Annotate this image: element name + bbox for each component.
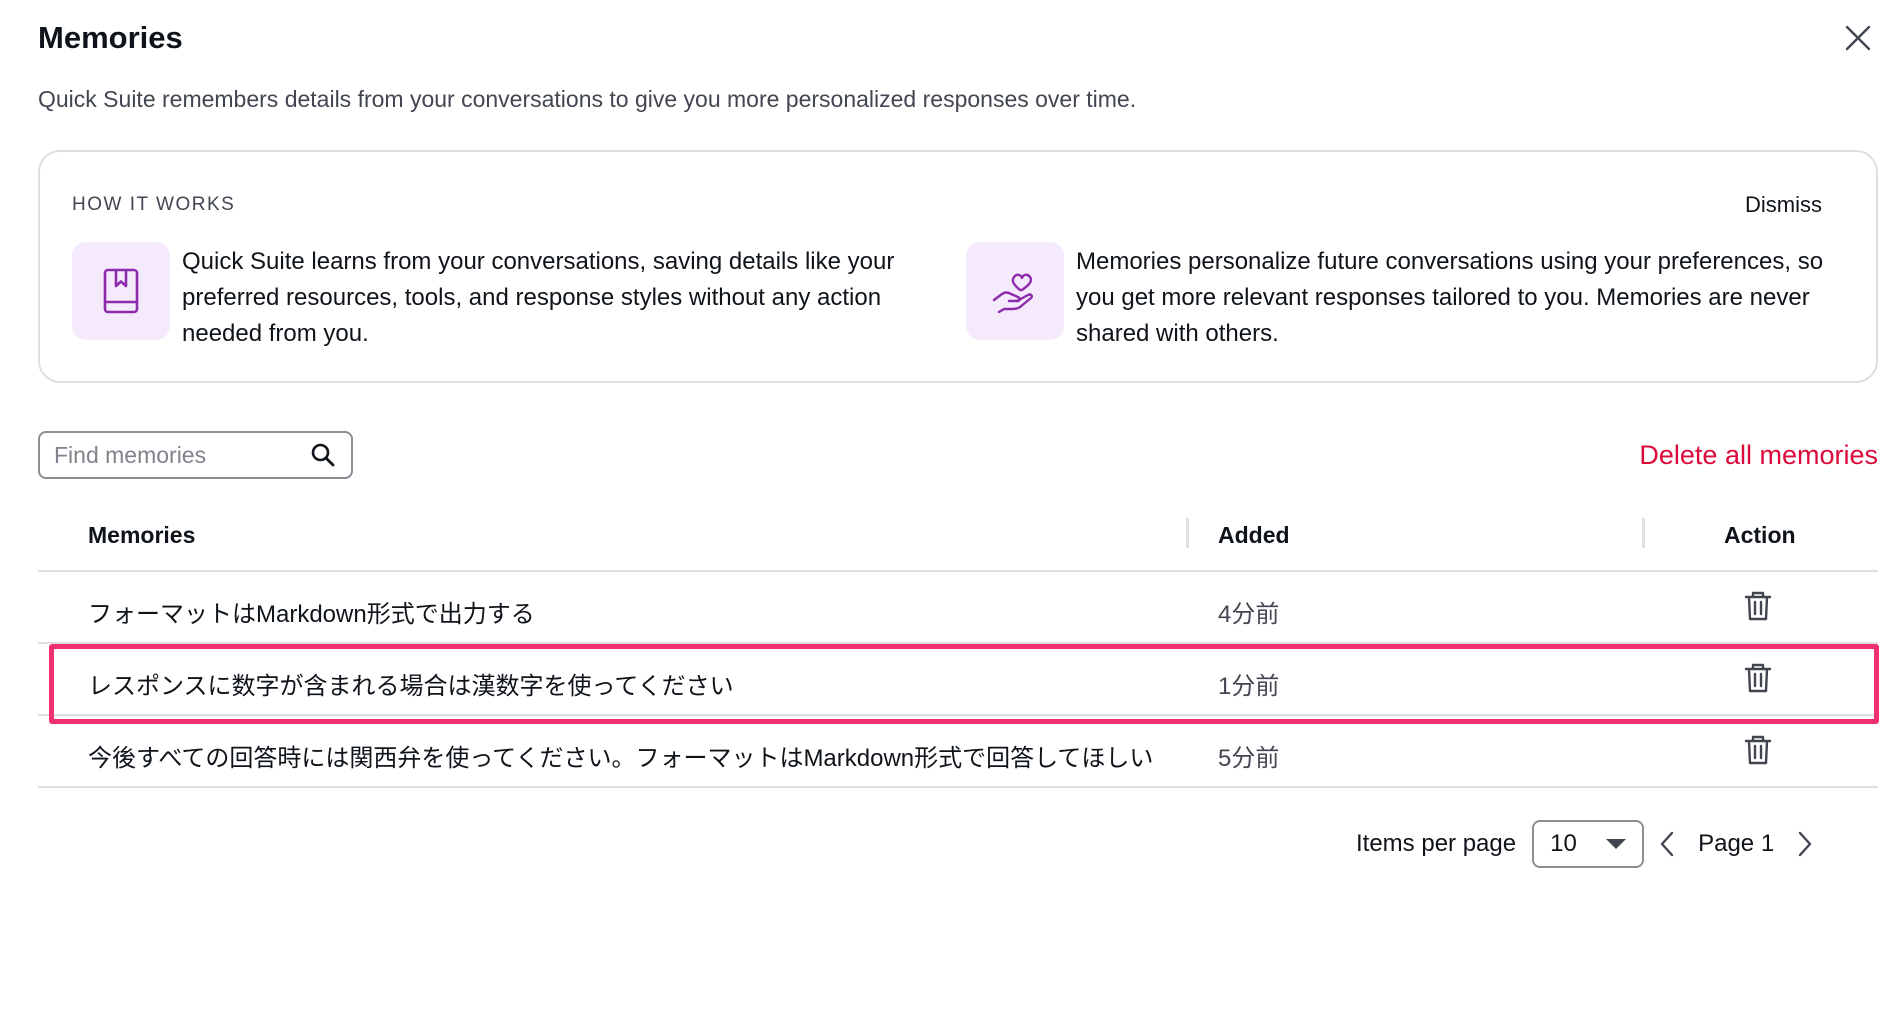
table-header: Memories Added Action bbox=[38, 504, 1878, 572]
search-box[interactable] bbox=[38, 431, 353, 479]
column-header-action: Action bbox=[1724, 522, 1796, 548]
caret-down-icon bbox=[1606, 839, 1627, 849]
chevron-left-icon bbox=[1660, 831, 1674, 857]
close-icon bbox=[1845, 25, 1871, 51]
memory-text: 今後すべての回答時には関西弁を使ってください。フォーマットはMarkdown形式… bbox=[88, 745, 1154, 772]
feature-personalize-text: Memories personalize future conversation… bbox=[1076, 248, 1824, 347]
feature-icon-box bbox=[966, 242, 1064, 340]
feature-icon-box bbox=[72, 242, 170, 340]
added-time: 5分前 bbox=[1218, 745, 1280, 772]
previous-page-button[interactable] bbox=[1654, 829, 1680, 859]
delete-memory-button[interactable] bbox=[1744, 662, 1776, 696]
trash-icon bbox=[1744, 663, 1772, 693]
close-button[interactable] bbox=[1842, 22, 1874, 54]
search-icon[interactable] bbox=[309, 441, 337, 469]
heart-hand-icon bbox=[992, 273, 1033, 314]
delete-memory-button[interactable] bbox=[1744, 590, 1776, 624]
table-row: 今後すべての回答時には関西弁を使ってください。フォーマットはMarkdown形式… bbox=[38, 716, 1878, 788]
page-indicator: Page 1 bbox=[1698, 830, 1775, 857]
table-row: レスポンスに数字が含まれる場合は漢数字を使ってください 1分前 bbox=[38, 644, 1878, 716]
memories-table: Memories Added Action フォーマットはMarkdown形式で… bbox=[38, 504, 1878, 788]
column-divider[interactable] bbox=[1642, 518, 1645, 548]
chevron-right-icon bbox=[1798, 831, 1812, 857]
page-subtitle: Quick Suite remembers details from your … bbox=[38, 86, 1137, 112]
search-input[interactable] bbox=[54, 441, 309, 469]
memory-text: レスポンスに数字が含まれる場合は漢数字を使ってください bbox=[88, 673, 734, 700]
added-time: 1分前 bbox=[1218, 673, 1280, 700]
items-per-page-label: Items per page bbox=[1356, 830, 1517, 857]
bookmark-book-icon bbox=[103, 268, 139, 314]
trash-icon bbox=[1744, 735, 1772, 765]
dismiss-button[interactable]: Dismiss bbox=[1745, 192, 1822, 218]
feature-learn: Quick Suite learns from your conversatio… bbox=[72, 242, 932, 352]
items-per-page-select[interactable]: 10 bbox=[1532, 820, 1645, 868]
pagination: Items per page 10 Page 1 bbox=[1356, 820, 1828, 868]
delete-memory-button[interactable] bbox=[1744, 734, 1776, 768]
trash-icon bbox=[1744, 591, 1772, 621]
how-it-works-card: HOW IT WORKS Dismiss Quick Suite learns … bbox=[38, 150, 1878, 383]
next-page-button[interactable] bbox=[1792, 829, 1818, 859]
column-header-added[interactable]: Added bbox=[1218, 522, 1290, 549]
added-time: 4分前 bbox=[1218, 601, 1280, 628]
feature-learn-text: Quick Suite learns from your conversatio… bbox=[182, 248, 895, 347]
feature-personalize: Memories personalize future conversation… bbox=[966, 242, 1856, 352]
items-per-page-value: 10 bbox=[1550, 830, 1577, 857]
memory-text: フォーマットはMarkdown形式で出力する bbox=[88, 601, 535, 628]
how-it-works-label: HOW IT WORKS bbox=[72, 194, 236, 215]
delete-all-memories-button[interactable]: Delete all memories bbox=[1639, 440, 1878, 471]
column-header-memories[interactable]: Memories bbox=[88, 522, 195, 549]
page-title: Memories bbox=[38, 20, 183, 55]
column-divider[interactable] bbox=[1186, 518, 1189, 548]
table-row: フォーマットはMarkdown形式で出力する 4分前 bbox=[38, 572, 1878, 644]
